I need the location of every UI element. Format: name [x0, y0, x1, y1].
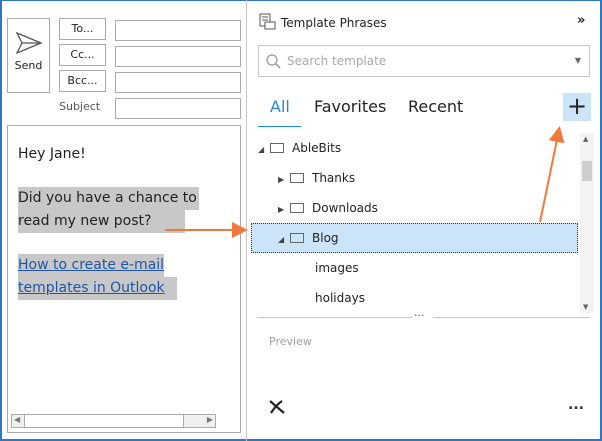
tab-all[interactable]: All — [270, 97, 290, 116]
tree-label: Downloads — [312, 201, 378, 215]
search-input[interactable]: Search template — [287, 54, 386, 68]
scroll-up-icon[interactable]: ▲ — [583, 135, 588, 143]
active-tab-underline — [258, 126, 301, 127]
search-dropdown-icon[interactable]: ▼ — [575, 56, 581, 65]
bcc-button[interactable]: Bcc... — [59, 70, 106, 92]
vertical-scrollbar[interactable]: ▲ ▼ — [580, 133, 594, 313]
collapsed-icon[interactable]: ▶ — [278, 170, 290, 190]
pane-divider[interactable] — [246, 0, 247, 441]
send-icon — [15, 31, 43, 55]
expanded-icon[interactable]: ◢ — [278, 230, 290, 250]
subject-label: Subject — [59, 100, 101, 113]
scroll-thumb[interactable] — [24, 415, 184, 427]
scroll-down-icon[interactable]: ▼ — [583, 303, 588, 311]
subject-field[interactable] — [115, 98, 241, 119]
scroll-left-icon[interactable]: ◀ — [14, 415, 20, 424]
scroll-right-icon[interactable]: ▶ — [207, 415, 213, 424]
tree-label: Blog — [312, 231, 339, 245]
splitter-line — [257, 317, 412, 318]
cc-field[interactable] — [115, 46, 241, 67]
template-phrases-icon — [259, 13, 276, 30]
tab-recent[interactable]: Recent — [408, 97, 463, 116]
more-options-button[interactable]: ... — [568, 397, 584, 413]
tab-favorites[interactable]: Favorites — [314, 97, 386, 116]
tree-label: Thanks — [312, 171, 356, 185]
to-button[interactable]: To... — [59, 18, 106, 40]
panel-title: Template Phrases — [281, 16, 387, 30]
post-link-line-2[interactable]: templates in Outlook — [18, 277, 177, 300]
tree-label: AbleBits — [292, 141, 342, 155]
search-icon — [266, 54, 281, 69]
to-field[interactable] — [115, 20, 241, 41]
tree-item-blog[interactable]: ◢ Blog — [278, 228, 339, 248]
horizontal-scrollbar[interactable]: ◀ ▶ — [11, 414, 216, 428]
collapse-panel-icon[interactable]: » — [577, 13, 585, 28]
tree-item-downloads[interactable]: ▶ Downloads — [278, 198, 378, 218]
tree-item-holidays[interactable]: holidays — [315, 288, 365, 308]
folder-icon — [290, 232, 304, 243]
greeting-text: Hey Jane! — [18, 146, 86, 162]
bcc-field[interactable] — [115, 72, 241, 93]
collapsed-icon[interactable]: ▶ — [278, 200, 290, 220]
send-label: Send — [14, 59, 43, 72]
add-template-button[interactable]: + — [563, 93, 591, 121]
splitter-line — [433, 317, 590, 318]
body-line-2: read my new post? — [18, 210, 186, 233]
remove-formatting-icon[interactable] — [268, 399, 286, 415]
tree-item-thanks[interactable]: ▶ Thanks — [278, 168, 355, 188]
folder-icon — [290, 202, 304, 213]
send-button[interactable]: Send — [7, 18, 50, 93]
folder-icon — [290, 172, 304, 183]
folder-icon — [270, 142, 284, 153]
cc-button[interactable]: Cc... — [59, 44, 106, 66]
expanded-icon[interactable]: ◢ — [258, 140, 270, 160]
tree-item-ablebits[interactable]: ◢ AbleBits — [258, 138, 341, 158]
preview-label: Preview — [269, 335, 312, 348]
splitter-handle[interactable]: ... — [414, 306, 425, 319]
message-body[interactable]: Hey Jane! Did you have a chance to read … — [7, 125, 241, 433]
post-link-line-1[interactable]: How to create e-mail — [18, 254, 165, 277]
scroll-thumb[interactable] — [582, 161, 592, 181]
body-line-1: Did you have a chance to — [18, 187, 199, 210]
tree-item-images[interactable]: images — [315, 258, 359, 278]
search-box[interactable]: Search template ▼ — [258, 45, 590, 77]
